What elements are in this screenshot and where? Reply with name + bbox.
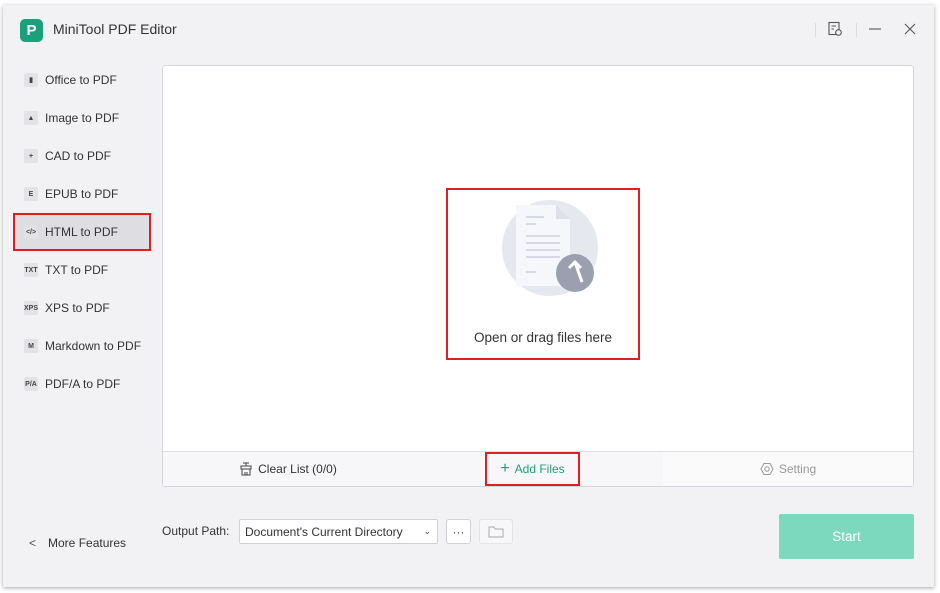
dropzone-text: Open or drag files here	[473, 330, 613, 345]
markdown-icon: M	[24, 339, 38, 353]
sidebar-item-markdown[interactable]: M Markdown to PDF	[15, 329, 149, 363]
sidebar-item-epub[interactable]: E EPUB to PDF	[15, 177, 149, 211]
output-path-select[interactable]: Document's Current Directory ⌄	[239, 519, 438, 544]
minimize-icon[interactable]	[863, 17, 887, 41]
plus-icon: +	[500, 460, 510, 477]
changelog-icon[interactable]	[823, 17, 847, 41]
output-path-label: Output Path:	[162, 524, 230, 538]
divider	[815, 23, 816, 37]
pdfa-icon: P/A	[24, 377, 38, 391]
broom-icon	[240, 462, 252, 476]
office-icon: ▮	[24, 73, 38, 87]
xps-icon: XPS	[24, 301, 38, 315]
more-features-label: More Features	[48, 536, 127, 550]
folder-icon	[488, 526, 504, 538]
sidebar-item-label: TXT to PDF	[45, 263, 109, 277]
file-list-panel: Open or drag files here Clear List (0/0)…	[162, 65, 914, 487]
txt-icon: TXT	[24, 263, 38, 277]
divider	[856, 23, 857, 37]
document-upload-icon	[502, 200, 598, 296]
setting-button[interactable]: Setting	[663, 452, 913, 486]
image-icon: ▲	[24, 111, 38, 125]
sidebar-item-label: XPS to PDF	[45, 301, 110, 315]
cad-icon: +	[24, 149, 38, 163]
chevron-left-icon: <	[29, 536, 37, 550]
output-path-value: Document's Current Directory	[245, 524, 403, 539]
start-button[interactable]: Start	[779, 514, 914, 559]
sidebar-item-label: Office to PDF	[45, 73, 117, 87]
sidebar-item-html[interactable]: </> HTML to PDF	[13, 213, 151, 251]
open-folder-button[interactable]	[479, 519, 513, 544]
sidebar-item-txt[interactable]: TXT TXT to PDF	[15, 253, 149, 287]
title-bar: P MiniTool PDF Editor	[3, 5, 934, 55]
browse-button[interactable]: ···	[446, 519, 471, 544]
sidebar-item-label: Image to PDF	[45, 111, 120, 125]
more-features-button[interactable]: < More Features	[29, 536, 126, 550]
html-icon: </>	[24, 225, 38, 239]
app-window: P MiniTool PDF Editor ▮ Office to PDF ▲ Im…	[3, 5, 934, 587]
dropzone[interactable]: Open or drag files here	[446, 188, 640, 360]
file-actions-bar: Clear List (0/0) + Add Files Setting	[163, 451, 913, 486]
add-files-label: Add Files	[514, 462, 565, 476]
close-icon[interactable]	[898, 17, 922, 41]
gear-icon	[760, 463, 774, 475]
sidebar-item-label: HTML to PDF	[45, 225, 118, 239]
add-files-button[interactable]: + Add Files	[485, 452, 580, 486]
app-logo: P	[20, 19, 43, 42]
clear-list-label: Clear List (0/0)	[258, 462, 337, 476]
sidebar-item-image[interactable]: ▲ Image to PDF	[15, 101, 149, 135]
sidebar-item-pdfa[interactable]: P/A PDF/A to PDF	[15, 367, 149, 401]
sidebar-item-cad[interactable]: + CAD to PDF	[15, 139, 149, 173]
sidebar-item-label: Markdown to PDF	[45, 339, 142, 353]
sidebar-item-label: EPUB to PDF	[45, 187, 119, 201]
setting-label: Setting	[778, 462, 817, 476]
sidebar-item-label: PDF/A to PDF	[45, 377, 121, 391]
sidebar-item-xps[interactable]: XPS XPS to PDF	[15, 291, 149, 325]
more-icon: ···	[452, 524, 465, 539]
sidebar-item-label: CAD to PDF	[45, 149, 112, 163]
clear-list-button[interactable]: Clear List (0/0)	[163, 452, 413, 486]
app-title: MiniTool PDF Editor	[53, 21, 177, 37]
sidebar-item-office[interactable]: ▮ Office to PDF	[15, 63, 149, 97]
chevron-down-icon: ⌄	[423, 526, 431, 536]
epub-icon: E	[24, 187, 38, 201]
